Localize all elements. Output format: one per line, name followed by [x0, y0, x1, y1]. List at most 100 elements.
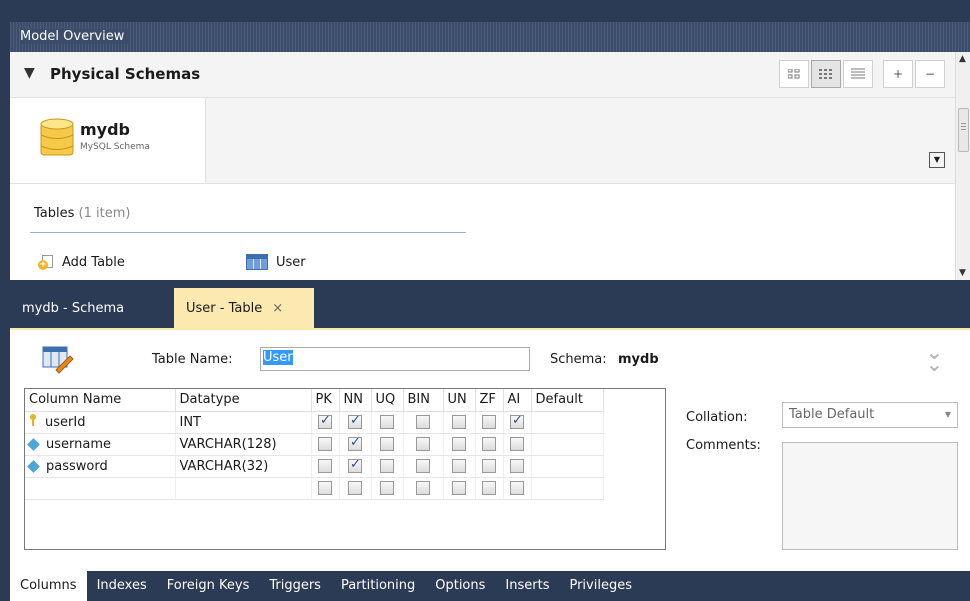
column-name-cell[interactable]: userId	[25, 411, 176, 434]
flag-checkbox[interactable]	[416, 415, 430, 429]
col-header[interactable]: Column Name	[25, 389, 176, 412]
flag-checkbox[interactable]	[510, 437, 524, 451]
default-cell[interactable]	[531, 411, 604, 434]
small-icons-view-icon[interactable]	[779, 60, 809, 88]
add-schema-icon[interactable]: +	[883, 60, 913, 88]
physical-schemas-header[interactable]: ▼ Physical Schemas + −	[10, 52, 955, 98]
default-cell[interactable]	[531, 455, 604, 478]
scroll-up-icon[interactable]: ▲	[959, 54, 966, 64]
subtab-privileges[interactable]: Privileges	[559, 571, 642, 601]
col-header[interactable]: NN	[339, 389, 372, 412]
tab-user-table[interactable]: User - Table ×	[174, 288, 314, 328]
flag-checkbox[interactable]	[380, 481, 394, 495]
flag-checkbox[interactable]	[482, 415, 496, 429]
flag-cell	[475, 455, 504, 478]
flag-checkbox[interactable]	[452, 481, 466, 495]
empty-cell[interactable]	[175, 477, 312, 500]
table-row[interactable]: username VARCHAR(128)	[25, 433, 604, 456]
collation-select[interactable]: Table Default ▼	[782, 402, 958, 428]
flag-checkbox[interactable]	[348, 435, 362, 451]
scroll-down-icon[interactable]: ▼	[959, 268, 966, 278]
column-name-cell[interactable]: password	[25, 455, 176, 478]
list-view-icon[interactable]	[843, 60, 873, 88]
empty-cell[interactable]	[25, 477, 176, 500]
flag-checkbox[interactable]	[510, 481, 524, 495]
flag-checkbox[interactable]	[452, 415, 466, 429]
tab-mydb-schema[interactable]: mydb - Schema	[10, 288, 136, 328]
flag-cell	[339, 455, 372, 478]
comments-textarea[interactable]	[782, 442, 958, 550]
table-item-label: User	[276, 254, 306, 270]
subtab-indexes[interactable]: Indexes	[87, 571, 157, 601]
physical-schemas-title: Physical Schemas	[50, 65, 201, 83]
flag-cell	[443, 411, 476, 434]
col-header[interactable]: BIN	[403, 389, 444, 412]
flag-checkbox[interactable]	[482, 437, 496, 451]
table-name-input[interactable]: User	[260, 347, 530, 371]
flag-cell	[503, 433, 532, 456]
subtab-inserts[interactable]: Inserts	[495, 571, 559, 601]
col-header[interactable]: Default	[531, 389, 604, 412]
column-name: password	[46, 458, 108, 474]
schema-tab-strip: ▼	[206, 98, 955, 184]
flag-checkbox[interactable]	[416, 437, 430, 451]
flag-checkbox[interactable]	[348, 481, 362, 495]
default-cell[interactable]	[531, 477, 604, 500]
flag-checkbox[interactable]	[416, 481, 430, 495]
flag-checkbox[interactable]	[380, 415, 394, 429]
collapse-chevron-icon[interactable]: ⌄ ⌄	[926, 342, 943, 374]
scroll-thumb[interactable]	[958, 108, 969, 152]
flag-checkbox[interactable]	[380, 437, 394, 451]
model-overview-titlebar: Model Overview	[10, 22, 970, 52]
close-tab-icon[interactable]: ×	[272, 301, 283, 316]
flag-checkbox[interactable]	[510, 413, 524, 429]
collapse-triangle-icon[interactable]: ▼	[24, 65, 35, 81]
flag-checkbox[interactable]	[510, 459, 524, 473]
flag-checkbox[interactable]	[318, 437, 332, 451]
new-column-row[interactable]	[25, 477, 604, 500]
flag-cell	[443, 477, 476, 500]
col-header[interactable]: PK	[311, 389, 340, 412]
add-table-label: Add Table	[62, 254, 125, 270]
subtab-partitioning[interactable]: Partitioning	[331, 571, 425, 601]
col-header[interactable]: UN	[443, 389, 476, 412]
flag-checkbox[interactable]	[482, 481, 496, 495]
schema-dropdown-icon[interactable]: ▼	[929, 152, 945, 168]
columns-grid[interactable]: Column Name Datatype PK NN UQ BIN UN ZF …	[24, 388, 666, 550]
flag-checkbox[interactable]	[318, 481, 332, 495]
flag-checkbox[interactable]	[482, 459, 496, 473]
flag-checkbox[interactable]	[348, 413, 362, 429]
column-name-cell[interactable]: username	[25, 433, 176, 456]
col-header[interactable]: Datatype	[175, 389, 312, 412]
col-header[interactable]: AI	[503, 389, 532, 412]
col-header[interactable]: ZF	[475, 389, 504, 412]
subtab-columns[interactable]: Columns	[10, 571, 87, 601]
table-row[interactable]: password VARCHAR(32)	[25, 455, 604, 478]
datatype-cell[interactable]: VARCHAR(32)	[175, 455, 312, 478]
editor-subtabs: Columns Indexes Foreign Keys Triggers Partit…	[10, 571, 970, 601]
subtab-foreign-keys[interactable]: Foreign Keys	[157, 571, 260, 601]
datatype-cell[interactable]: VARCHAR(128)	[175, 433, 312, 456]
table-item-user[interactable]: User	[246, 254, 306, 270]
flag-checkbox[interactable]	[318, 413, 332, 429]
subtab-triggers[interactable]: Triggers	[259, 571, 331, 601]
subtab-options[interactable]: Options	[425, 571, 495, 601]
default-cell[interactable]	[531, 433, 604, 456]
col-header[interactable]: UQ	[371, 389, 404, 412]
model-overview-panel: ▼ Physical Schemas + − mydb MySQL Schema…	[10, 52, 955, 280]
flag-checkbox[interactable]	[380, 459, 394, 473]
add-table-item[interactable]: + Add Table	[38, 254, 125, 270]
flag-checkbox[interactable]	[452, 459, 466, 473]
flag-checkbox[interactable]	[348, 457, 362, 473]
flag-cell	[371, 411, 404, 434]
remove-schema-icon[interactable]: −	[915, 60, 945, 88]
flag-checkbox[interactable]	[416, 459, 430, 473]
flag-cell	[503, 455, 532, 478]
schema-tab-mydb[interactable]: mydb MySQL Schema	[10, 98, 206, 184]
flag-checkbox[interactable]	[318, 459, 332, 473]
grid-icons-view-icon[interactable]	[811, 60, 841, 88]
datatype-cell[interactable]: INT	[175, 411, 312, 434]
overview-scrollbar[interactable]: ▲ ▼	[955, 52, 970, 280]
table-row[interactable]: userId INT	[25, 411, 604, 434]
flag-checkbox[interactable]	[452, 437, 466, 451]
